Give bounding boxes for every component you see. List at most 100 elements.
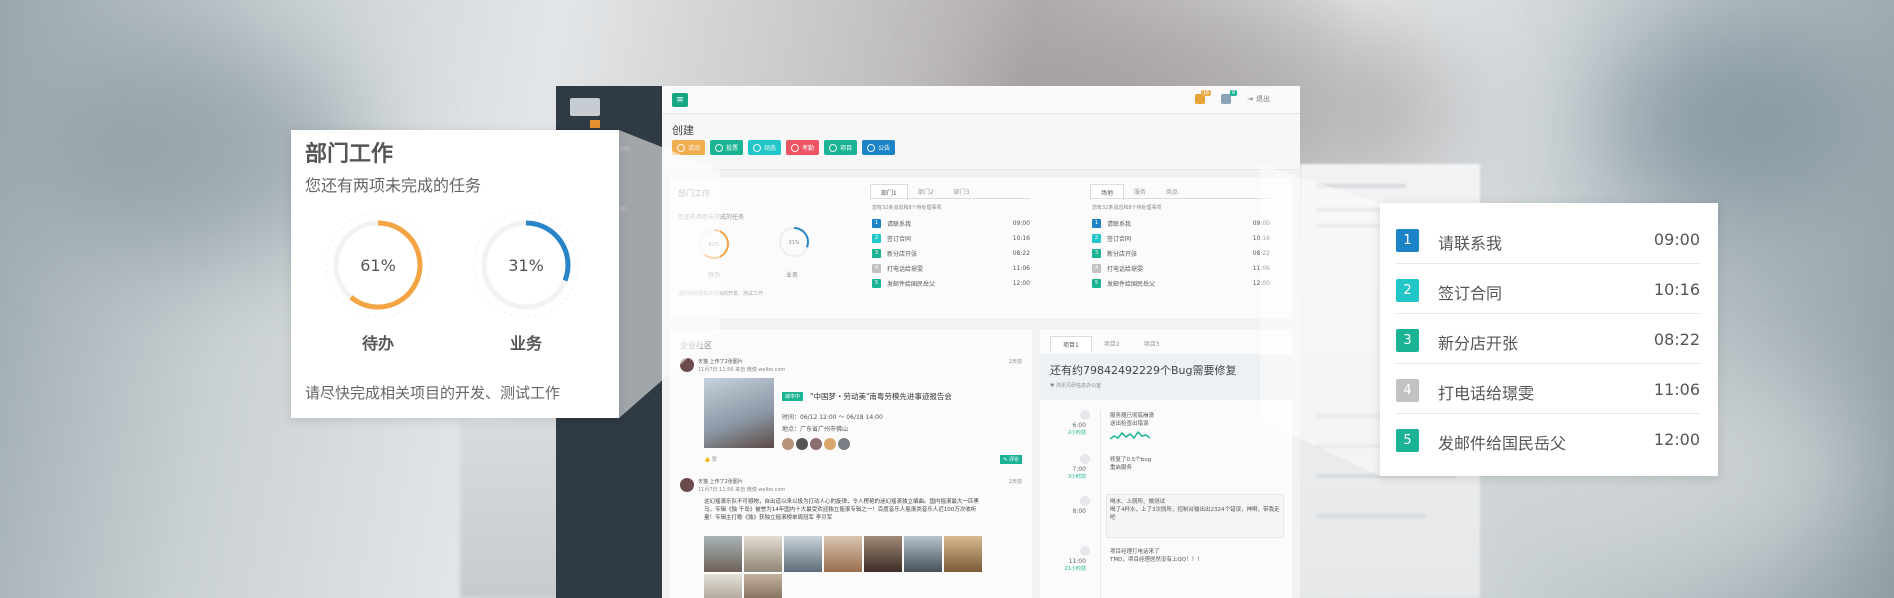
task-time: 10:16: [1653, 280, 1700, 299]
create-icon: [753, 143, 762, 152]
mini-progress-ring-todo: 61%: [699, 229, 729, 259]
task-text: 打电话给璟雯: [887, 266, 924, 273]
timeline-entry-detail: 送出检查出错误: [1110, 421, 1149, 427]
task-time: 08:22: [1012, 250, 1030, 257]
participant-avatar[interactable]: [838, 438, 850, 450]
post-tag: 城市中: [782, 392, 804, 401]
timeline-time: 11:00 21小时前: [1060, 558, 1086, 572]
like-button[interactable]: 👍 赞: [704, 456, 717, 463]
post-thumbnail[interactable]: [824, 536, 862, 572]
create-button[interactable]: 项目: [824, 140, 858, 155]
create-button[interactable]: 活动: [672, 140, 706, 155]
task-time: 10:16: [1012, 235, 1030, 242]
timeline-time-value: 7:00: [1072, 466, 1086, 473]
post-thumbnail[interactable]: [744, 536, 782, 572]
create-button-group: 活动 投票 动态 考勤 项目 公告: [672, 140, 896, 155]
panel-title: 企业社区: [680, 341, 712, 350]
task-row[interactable]: 2 签订合同 10:16: [872, 231, 1030, 246]
post-thumbnail[interactable]: [944, 536, 982, 572]
task-text: 新分店开张: [1107, 251, 1138, 258]
timeline-entry-detail: 喝了4杯水，上了3次厕所，控制台输出出2324个错误，神啊，带我走吧: [1110, 507, 1280, 521]
post-thumbnail[interactable]: [864, 536, 902, 572]
task-number: 4: [1396, 379, 1419, 402]
panel-note: 请尽快完成相关项目的开发、测试工作: [678, 291, 764, 297]
tab-project[interactable]: 项目1: [1050, 336, 1092, 352]
create-icon: [677, 143, 685, 152]
task-text: 请联系我: [887, 221, 912, 228]
reply-button[interactable]: ✎ 评论: [1000, 455, 1022, 464]
department-work-zoom-card: 部门工作 您还有两项未完成的任务 61% 待办 31% 业务 请尽快完成相关项目…: [291, 130, 619, 418]
avatar[interactable]: [680, 478, 694, 492]
tab-project[interactable]: 项目3: [1132, 336, 1172, 352]
task-time: 11:06: [1653, 380, 1700, 399]
task-number: 4: [1092, 264, 1101, 273]
participant-avatar[interactable]: [782, 438, 794, 450]
post-thumbnail[interactable]: [704, 536, 742, 572]
task-row[interactable]: 5 发邮件给国民岳父 12:00: [872, 276, 1030, 291]
timeline-ago: 21小时前: [1064, 566, 1086, 572]
create-button[interactable]: 公告: [862, 140, 896, 155]
background-blur: [1600, 20, 1860, 220]
task-row[interactable]: 5 发邮件给国民岳父 12:00: [1396, 415, 1700, 464]
task-row[interactable]: 4 打电话给璟雯 11:06: [1092, 261, 1270, 276]
task-row[interactable]: 3 新分店开张 08:22: [1092, 246, 1270, 261]
create-button-label: 项目: [840, 145, 853, 152]
task-row[interactable]: 2 签订合同 10:16: [1092, 231, 1270, 246]
card-note: 请尽快完成相关项目的开发、测试工作: [305, 384, 561, 402]
notification-icon[interactable]: 16: [1195, 90, 1212, 104]
participant-avatar[interactable]: [796, 438, 808, 450]
post-author[interactable]: 天猫 上传了2张图片: [698, 478, 743, 485]
timeline-ago: 2小时前: [1067, 430, 1086, 436]
mini-ring-label: 待办: [708, 272, 721, 279]
post-thumbnail[interactable]: [744, 574, 782, 598]
message-icon[interactable]: 8: [1221, 90, 1238, 104]
post-time: 时间：06/12 12:00 ～ 06/18 14:00: [782, 414, 883, 421]
post-headline[interactable]: "中国梦・劳动美"南粤劳模先进事迹报告会: [810, 391, 952, 402]
post-thumbnail[interactable]: [904, 536, 942, 572]
participant-avatar[interactable]: [824, 438, 836, 450]
task-time: 12:00: [1012, 280, 1030, 287]
task-time: 11:06: [1252, 265, 1270, 272]
timeline-time-value: 6:00: [1072, 422, 1086, 429]
task-time: 10:16: [1252, 235, 1270, 242]
participant-avatar[interactable]: [810, 438, 822, 450]
task-row[interactable]: 2 签订合同 10:16: [1396, 265, 1700, 314]
create-button[interactable]: 考勤: [786, 140, 820, 155]
tab-project[interactable]: 项目2: [1092, 336, 1132, 352]
logout-link[interactable]: ⇥ 退出: [1247, 94, 1270, 104]
avatar[interactable]: [680, 358, 694, 372]
task-row[interactable]: 5 发邮件给国民岳父 12:00: [1092, 276, 1270, 291]
post-thumbnail[interactable]: [784, 536, 822, 572]
timeline-time-value: 11:00: [1068, 558, 1086, 565]
task-row[interactable]: 1 请联系我 09:00: [1092, 216, 1270, 231]
task-time: 08:22: [1653, 330, 1700, 349]
document-icon: [1080, 454, 1090, 464]
task-text: 发邮件给国民岳父: [887, 281, 936, 288]
task-text: 签订合同: [1107, 236, 1132, 243]
task-row[interactable]: 3 新分店开张 08:22: [1396, 315, 1700, 364]
task-row[interactable]: 3 新分店开张 08:22: [872, 246, 1030, 261]
divider: [1090, 198, 1270, 199]
task-text: 发邮件给国民岳父: [1438, 434, 1567, 453]
logout-label: 退出: [1256, 95, 1270, 103]
phone-icon: [1080, 546, 1090, 556]
avatar[interactable]: [570, 98, 600, 116]
task-caption: 您有32条消息和8个待处理事项: [872, 205, 942, 211]
create-button[interactable]: 动态: [748, 140, 782, 155]
menu-icon[interactable]: ≡: [672, 93, 688, 107]
task-row[interactable]: 1 请联系我 09:00: [872, 216, 1030, 231]
post-thumbnail[interactable]: [704, 574, 742, 598]
post-image[interactable]: [704, 378, 774, 448]
camera-icon: [1080, 410, 1090, 420]
task-row[interactable]: 1 请联系我 09:00: [1396, 215, 1700, 264]
task-text: 请联系我: [1438, 234, 1503, 253]
project-tabs: 项目1 项目2 项目3: [1050, 336, 1171, 352]
post-author[interactable]: 天猫 上传了2张图片: [698, 358, 743, 365]
task-text: 打电话给璟雯: [1438, 384, 1535, 403]
task-row[interactable]: 4 打电话给璟雯 11:06: [872, 261, 1030, 276]
timeline-entry-title: 修复了0.5个bug: [1110, 457, 1152, 463]
create-button[interactable]: 投票: [710, 140, 744, 155]
task-time: 12:00: [1653, 430, 1700, 449]
blurred-background-panel: [460, 420, 560, 598]
task-row[interactable]: 4 打电话给璟雯 11:06: [1396, 365, 1700, 414]
